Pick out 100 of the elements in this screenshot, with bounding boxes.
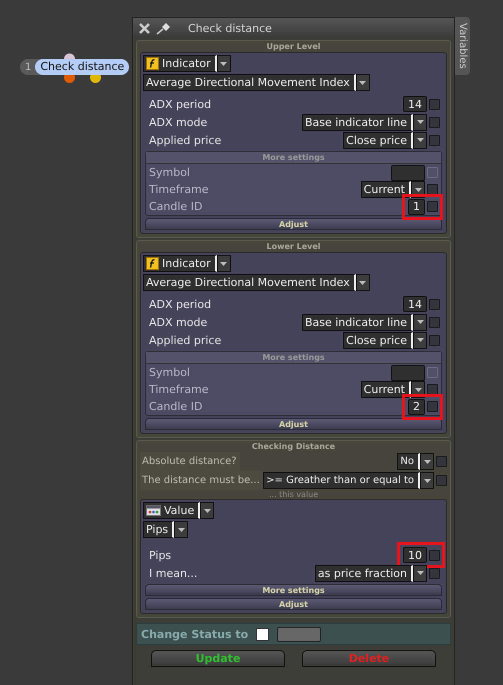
adjust-button[interactable]: Adjust: [145, 418, 442, 430]
dropdown-arrow-icon: [414, 388, 422, 392]
dropdown-field[interactable]: as price fraction: [314, 564, 413, 582]
dropdown-button[interactable]: [420, 472, 434, 489]
dropdown-arrow-icon: [416, 138, 424, 142]
number-field[interactable]: 14: [403, 296, 427, 312]
indicator-dropdown[interactable]: Average Directional Movement Index: [143, 74, 356, 91]
panel-title: More settings: [146, 352, 441, 364]
dropdown-field[interactable]: Close price: [343, 132, 413, 148]
indicator-dropdown[interactable]: Average Directional Movement Index: [143, 274, 356, 291]
parameter-label: I mean...: [149, 566, 198, 580]
dropdown-button[interactable]: [420, 453, 434, 470]
dropdown-arrow-icon: [414, 188, 422, 192]
section-title: Checking Distance: [250, 441, 336, 452]
checkbox[interactable]: [429, 116, 440, 128]
dropdown-field[interactable]: Current: [360, 181, 411, 198]
checkbox[interactable]: [436, 475, 447, 486]
checkbox[interactable]: [427, 184, 438, 195]
checkbox[interactable]: [429, 98, 440, 110]
checkbox[interactable]: [436, 456, 447, 467]
dropdown-button[interactable]: [216, 255, 231, 272]
dropdown-button[interactable]: [356, 74, 370, 91]
number-field[interactable]: 14: [403, 96, 427, 112]
number-field[interactable]: 10: [403, 547, 427, 563]
parameter-label: Absolute distance?: [140, 452, 240, 471]
caption-text: ... this value: [268, 490, 320, 499]
section-title: Lower Level: [265, 241, 322, 252]
dropdown-button[interactable]: [413, 314, 427, 330]
parameter-label: ADX period: [149, 298, 212, 310]
dropdown-button[interactable]: [413, 114, 427, 130]
checkbox[interactable]: [429, 298, 440, 310]
dropdown-arrow-icon: [204, 508, 211, 512]
dropdown-button[interactable]: [200, 502, 214, 519]
parameter-label: ADX mode: [149, 116, 208, 128]
dropdown-field[interactable]: >= Greather than or equal to: [263, 472, 420, 489]
parameter-label: Applied price: [149, 334, 222, 346]
checkbox[interactable]: [427, 367, 438, 378]
dropdown-arrow-icon: [416, 320, 424, 324]
status-field[interactable]: [277, 626, 322, 642]
dropdown-field[interactable]: No: [397, 453, 420, 470]
section-title: Upper Level: [265, 41, 322, 52]
dropdown-field[interactable]: Current: [360, 381, 411, 398]
checkbox[interactable]: [427, 167, 438, 178]
checkbox[interactable]: [427, 384, 438, 395]
dropdown-button[interactable]: [413, 132, 427, 148]
node-number: 1: [24, 62, 32, 72]
number-field[interactable]: 1: [408, 198, 425, 214]
parameter-label: The distance must be...: [140, 471, 263, 490]
checkbox[interactable]: [429, 568, 440, 578]
update-button[interactable]: Update: [151, 650, 285, 667]
node-label: Check distance: [35, 59, 130, 75]
dropdown-arrow-icon: [220, 262, 228, 266]
color-swatch[interactable]: [256, 628, 270, 640]
dropdown-field[interactable]: Close price: [343, 332, 413, 348]
parameter-label: Candle ID: [149, 400, 204, 413]
dropdown-arrow-icon: [416, 338, 424, 342]
dropdown-arrow-icon: [220, 62, 228, 66]
port-dot[interactable]: [90, 72, 101, 83]
dropdown-arrow-icon: [359, 80, 366, 84]
pin-icon[interactable]: [156, 21, 172, 35]
dropdown-field[interactable]: Base indicator line: [302, 114, 413, 130]
parameter-label: Symbol: [149, 166, 191, 179]
adjust-button[interactable]: Adjust: [145, 218, 442, 230]
source-dropdown[interactable]: Indicator: [143, 255, 217, 272]
checkbox[interactable]: [427, 201, 438, 212]
dropdown-button[interactable]: [356, 274, 370, 291]
parameter-label: Timeframe: [149, 383, 210, 396]
number-field[interactable]: 2: [408, 398, 425, 414]
source-dropdown[interactable]: Value: [143, 502, 200, 519]
parameter-label: Symbol: [149, 366, 191, 379]
unit-dropdown[interactable]: Pips: [143, 521, 174, 538]
dropdown-arrow-icon: [424, 478, 430, 482]
checkbox[interactable]: [429, 334, 440, 346]
checkbox[interactable]: [429, 134, 440, 146]
function-icon: [146, 257, 159, 270]
checkbox[interactable]: [429, 550, 440, 560]
checkbox[interactable]: [429, 316, 440, 328]
more-settings-button[interactable]: More settings: [145, 584, 442, 596]
dropdown-button[interactable]: [174, 521, 188, 538]
checkbox[interactable]: [427, 401, 438, 412]
panel-title: More settings: [146, 152, 441, 164]
parameter-label: Applied price: [149, 134, 222, 146]
parameter-label: ADX period: [149, 98, 212, 110]
dropdown-field[interactable]: Base indicator line: [302, 314, 413, 330]
parameter-label: Pips: [149, 548, 172, 562]
parameter-label: ADX mode: [149, 316, 208, 328]
symbol-field[interactable]: [391, 164, 425, 180]
port-dot[interactable]: [64, 72, 75, 83]
dropdown-button[interactable]: [216, 55, 231, 72]
dropdown-arrow-icon: [178, 528, 185, 532]
source-dropdown[interactable]: Indicator: [143, 55, 217, 72]
symbol-field[interactable]: [391, 364, 425, 380]
dropdown-arrow-icon: [424, 460, 430, 464]
function-icon: [146, 57, 159, 70]
dropdown-button[interactable]: [413, 332, 427, 348]
side-tab[interactable]: Variables: [455, 17, 470, 75]
close-icon[interactable]: [139, 22, 150, 34]
adjust-button[interactable]: Adjust: [145, 598, 442, 610]
dropdown-button[interactable]: [413, 564, 427, 582]
node-pill[interactable]: 1 Check distance: [20, 59, 130, 75]
